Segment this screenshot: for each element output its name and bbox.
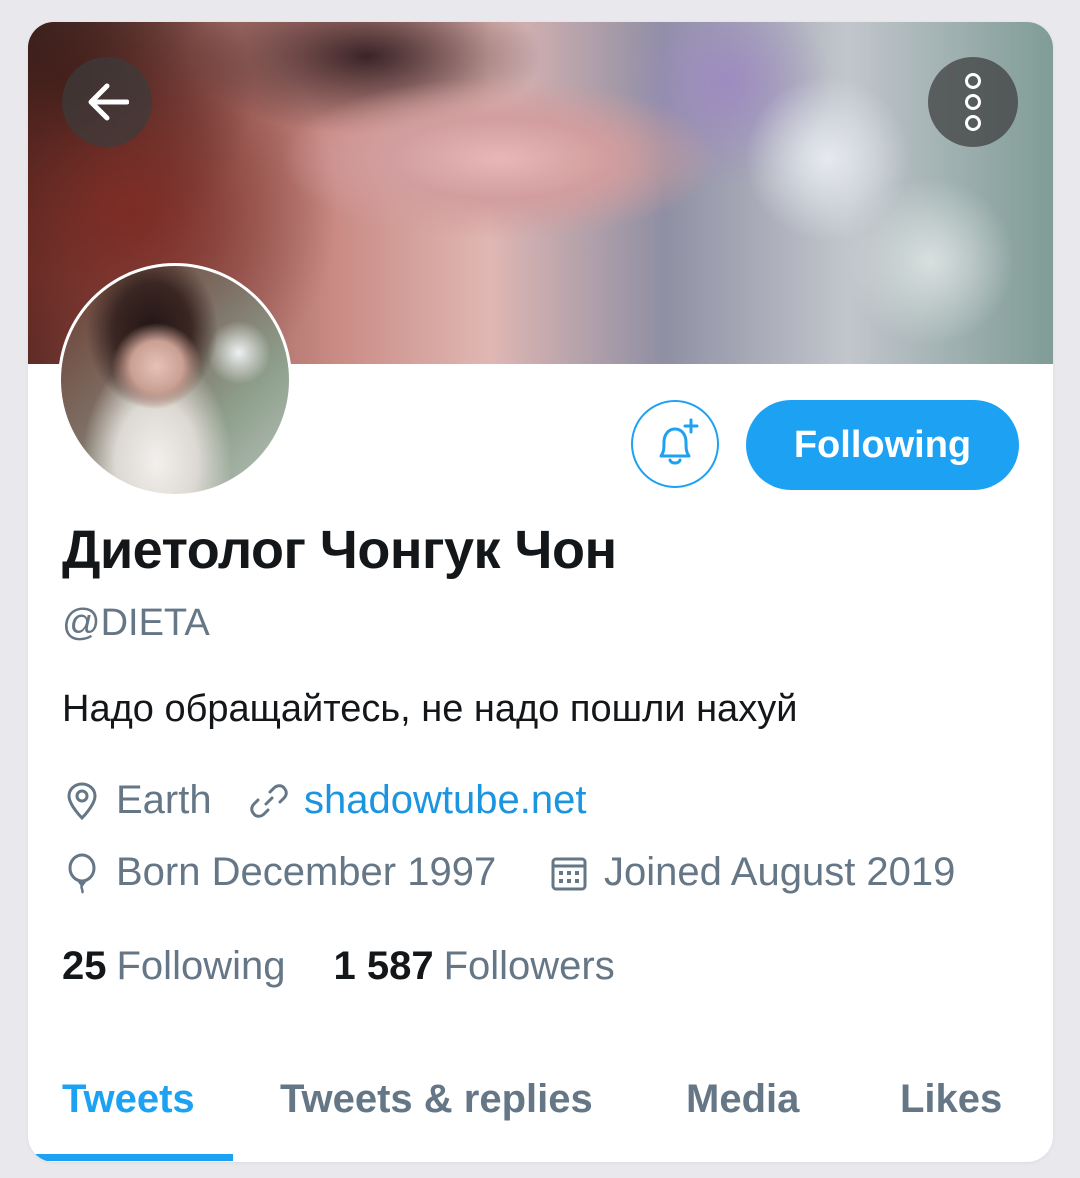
profile-birthdate: Born December 1997 [64,850,496,895]
joined-text: Joined August 2019 [604,850,956,894]
profile-website[interactable]: shadowtube.net [250,778,586,823]
more-vertical-icon [965,73,981,131]
tab-media[interactable]: Media [686,1077,799,1122]
avatar-image [61,266,289,494]
following-button[interactable]: Following [746,400,1019,490]
profile-location: Earth [64,778,212,823]
profile-tabs: Tweets Tweets & replies Media Likes [28,1047,1053,1162]
profile-handle: @DIETA [62,602,210,644]
website-link[interactable]: shadowtube.net [304,778,586,823]
born-text: Born December 1997 [116,850,497,894]
profile-bio: Надо обращайтесь, не надо пошли нахуй [62,688,798,730]
bell-plus-icon [659,418,699,465]
profile-joined: Joined August 2019 [550,850,955,895]
profile-name: Диетолог Чонгук Чон [62,520,617,580]
followers-stat[interactable]: 1 587 Followers [333,944,614,989]
following-count: 25 [62,944,107,988]
more-options-button[interactable] [928,57,1018,147]
calendar-icon [551,857,587,890]
avatar[interactable] [58,263,292,497]
back-arrow-icon [88,83,129,121]
tab-tweets[interactable]: Tweets [62,1077,195,1122]
location-text: Earth [116,778,212,822]
following-stat[interactable]: 25 Following [62,944,285,989]
followers-count: 1 587 [333,944,434,988]
followers-label: Followers [443,944,615,988]
notifications-bell-button[interactable] [631,400,719,488]
following-label: Following [116,944,286,988]
back-button[interactable] [62,57,152,147]
tab-likes[interactable]: Likes [900,1077,1002,1122]
profile-card: Following Диетолог Чонгук Чон @DIETA Над… [28,22,1053,1162]
balloon-icon [68,853,96,894]
location-pin-icon [67,781,97,820]
active-tab-indicator [28,1154,233,1161]
tab-tweets-and-replies[interactable]: Tweets & replies [280,1077,593,1122]
profile-stats: 25 Following 1 587 Followers [62,944,615,989]
link-icon [250,783,288,818]
